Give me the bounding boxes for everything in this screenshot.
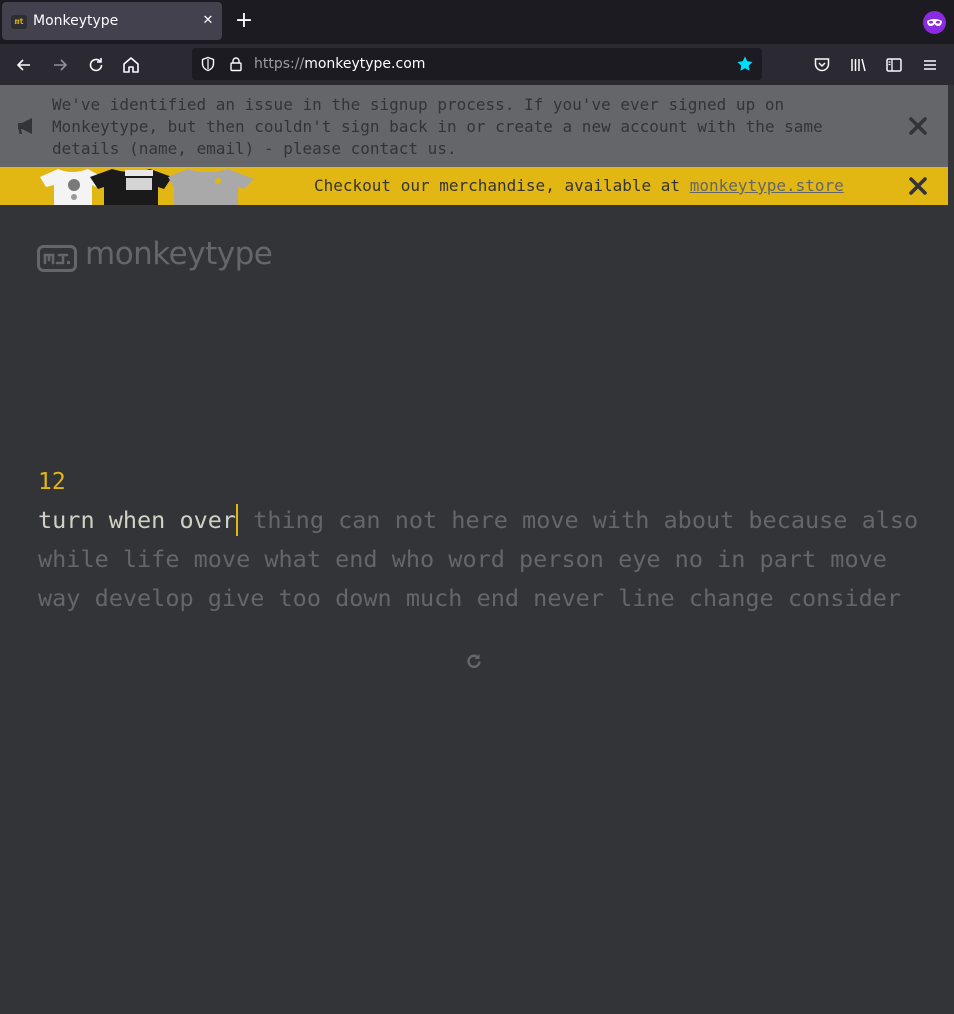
words-line-3: way develop give too down much end never… <box>38 584 902 612</box>
forward-arrow-icon[interactable] <box>48 53 72 77</box>
typing-words[interactable]: turn when over thing can not here move w… <box>38 501 918 618</box>
word-counter: 12 <box>38 469 66 495</box>
merch-shirts-image[interactable] <box>32 167 254 205</box>
merch-store-link[interactable]: monkeytype.store <box>690 176 844 195</box>
bookmark-star-icon[interactable] <box>736 55 754 77</box>
merch-text: Checkout our merchandise, available at m… <box>314 176 844 195</box>
signup-issue-notice: We've identified an issue in the signup … <box>0 85 948 167</box>
merch-message: Checkout our merchandise, available at <box>314 176 690 195</box>
text-caret <box>236 504 239 536</box>
typed-words: turn when over <box>38 506 237 534</box>
url-text[interactable]: https://monkeytype.com <box>254 56 425 72</box>
monkeytype-favicon-icon: mt <box>11 15 27 29</box>
url-domain: monkeytype.com <box>304 56 426 72</box>
monkeytype-logo-icon[interactable] <box>37 245 77 272</box>
reload-icon[interactable] <box>84 53 108 77</box>
close-merch-icon[interactable] <box>908 176 928 196</box>
home-icon[interactable] <box>119 53 143 77</box>
restart-icon[interactable] <box>464 651 484 671</box>
library-icon[interactable] <box>846 53 870 77</box>
tab-monkeytype[interactable]: mt Monkeytype ✕ <box>2 2 222 40</box>
pocket-icon[interactable] <box>810 53 834 77</box>
tab-title: Monkeytype <box>33 13 119 29</box>
browser-toolbar: https://monkeytype.com <box>0 44 954 85</box>
close-tab-icon[interactable]: ✕ <box>200 13 216 29</box>
merch-banner: Checkout our merchandise, available at m… <box>0 167 948 205</box>
new-tab-button[interactable]: + <box>233 10 255 32</box>
words-line-1: turn when over thing can not here move w… <box>38 501 918 540</box>
upcoming-words: thing can not here move with about becau… <box>239 506 919 534</box>
sidebar-icon[interactable] <box>882 53 906 77</box>
words-line-2: while life move what end who word person… <box>38 545 887 573</box>
close-notice-icon[interactable] <box>908 116 928 136</box>
tracking-shield-icon[interactable] <box>200 56 216 76</box>
lock-icon[interactable] <box>228 56 244 76</box>
browser-tab-strip: mt Monkeytype ✕ + <box>0 0 954 44</box>
private-browsing-icon <box>923 11 946 34</box>
monkeytype-logo-text[interactable]: monkeytype <box>85 236 273 272</box>
menu-icon[interactable] <box>918 53 942 77</box>
bullhorn-icon <box>16 116 36 140</box>
address-bar[interactable]: https://monkeytype.com <box>192 48 762 80</box>
notice-text: We've identified an issue in the signup … <box>52 95 823 158</box>
back-arrow-icon[interactable] <box>12 53 36 77</box>
url-protocol: https:// <box>254 56 305 72</box>
